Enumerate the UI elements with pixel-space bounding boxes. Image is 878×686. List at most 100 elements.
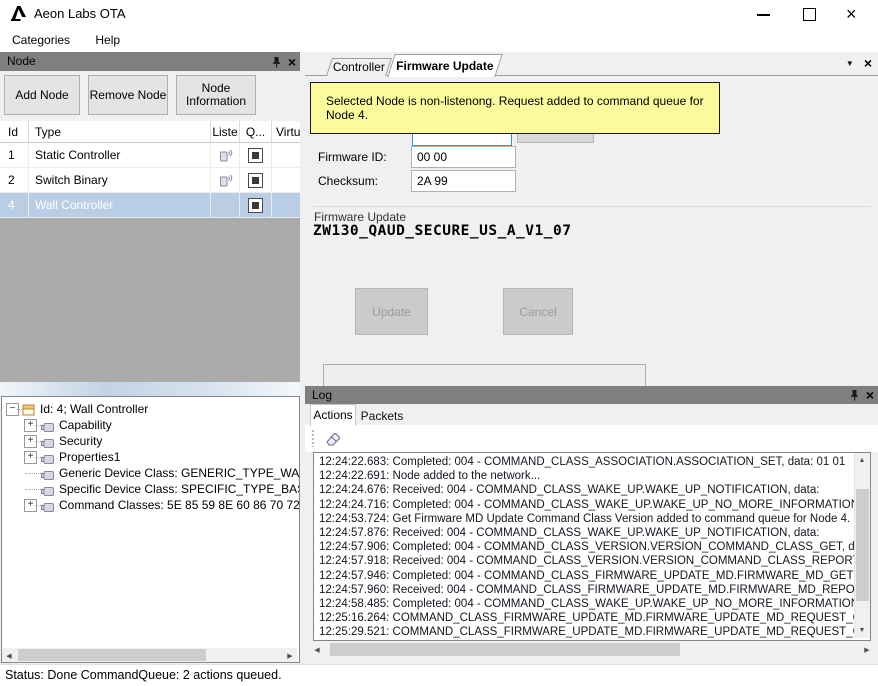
scroll-left-icon[interactable]: ◀: [4, 652, 14, 660]
tree-item[interactable]: + Capability: [2, 417, 299, 433]
menu-help[interactable]: Help: [84, 28, 131, 52]
tree-connector: [25, 473, 41, 474]
col-header-type[interactable]: Type: [28, 121, 215, 142]
table-row-selected[interactable]: 4 Wall Controller: [0, 193, 300, 218]
tree-item[interactable]: + Security: [2, 433, 299, 449]
col-header-virtual[interactable]: Virtu: [271, 121, 305, 142]
log-entry: 12:24:24.676: Received: 004 - COMMAND_CL…: [319, 484, 820, 497]
node-panel-title: Node: [7, 54, 36, 68]
log-entry: 12:24:22.683: Completed: 004 - COMMAND_C…: [319, 456, 846, 468]
maximize-icon: [803, 8, 816, 21]
scroll-left-icon[interactable]: ◀: [312, 646, 322, 654]
virtual-cell: [271, 143, 305, 167]
log-vscrollbar[interactable]: ▲ ▼: [854, 453, 870, 638]
node-panel-header: Node ×: [0, 52, 300, 71]
log-entry: 12:24:57.876: Received: 004 - COMMAND_CL…: [319, 527, 820, 540]
tab-packets[interactable]: Packets: [356, 404, 408, 425]
row-type: Static Controller: [28, 143, 215, 167]
tab-list-dropdown-icon[interactable]: ▼: [846, 59, 854, 68]
queue-checkbox[interactable]: [239, 193, 271, 217]
log-entry: 12:24:53.724: Get Firmware MD Update Com…: [319, 512, 851, 525]
cancel-button[interactable]: Cancel: [503, 288, 573, 335]
tab-label: Controller: [332, 60, 385, 74]
firmware-update-group-label: Firmware Update: [314, 210, 407, 224]
scroll-down-icon[interactable]: ▼: [855, 627, 869, 634]
tree-root[interactable]: − Id: 4; Wall Controller: [2, 401, 299, 417]
tree-item[interactable]: Specific Device Class: SPECIFIC_TYPE_BAS…: [2, 481, 299, 497]
clear-log-eraser-icon[interactable]: [324, 430, 342, 449]
tab-label: Firmware Update: [396, 59, 494, 73]
tab-actions[interactable]: Actions: [310, 404, 356, 426]
tree-box-icon: [41, 500, 54, 516]
scroll-right-icon[interactable]: ▶: [862, 646, 872, 654]
tab-firmware-update[interactable]: Firmware Update: [387, 54, 503, 77]
node-panel-close-icon[interactable]: ×: [288, 55, 296, 69]
pin-icon[interactable]: [849, 389, 860, 401]
horizontal-splitter[interactable]: [0, 382, 300, 396]
status-bar: Status: Done CommandQueue: 2 actions que…: [0, 664, 878, 686]
node-detail-tree: − Id: 4; Wall Controller + Capability + …: [1, 396, 300, 663]
tree-item[interactable]: + Properties1: [2, 449, 299, 465]
log-hscrollbar[interactable]: ◀ ▶: [306, 642, 876, 657]
node-information-button[interactable]: Node Information: [176, 75, 256, 115]
col-header-queue[interactable]: Q...: [239, 121, 271, 142]
queue-checkbox[interactable]: [239, 168, 271, 192]
log-entry: 12:24:24.716: Completed: 004 - COMMAND_C…: [319, 498, 857, 511]
virtual-cell: [271, 193, 305, 217]
log-entry: 12:24:57.960: Received: 004 - COMMAND_CL…: [319, 583, 857, 596]
log-panel: Log × Actions Packets 12:24:22.683: Comp…: [305, 386, 878, 664]
log-panel-title: Log: [312, 388, 333, 402]
log-entry: 12:24:58.485: Completed: 004 - COMMAND_C…: [319, 598, 857, 611]
table-row[interactable]: 2 Switch Binary: [0, 168, 300, 193]
tree-item-label: Capability: [59, 418, 112, 432]
firmware-progress-bar: [323, 364, 646, 387]
tree-item[interactable]: + Command Classes: 5E 85 59 8E 60 86 70 …: [2, 497, 299, 513]
status-text: Status: Done CommandQueue: 2 actions que…: [5, 668, 282, 682]
maximize-button[interactable]: [786, 0, 832, 28]
notification-text: Selected Node is non-listenong. Request …: [326, 94, 704, 122]
queue-checkbox[interactable]: [239, 143, 271, 167]
tree-item[interactable]: Generic Device Class: GENERIC_TYPE_WALL_…: [2, 465, 299, 481]
log-output[interactable]: 12:24:22.683: Completed: 004 - COMMAND_C…: [313, 452, 871, 641]
tree-hscrollbar[interactable]: ◀ ▶: [2, 648, 297, 662]
menu-bar: Categories Help: [0, 28, 878, 52]
scroll-thumb[interactable]: [18, 649, 206, 661]
log-entry: 12:24:57.906: Completed: 004 - COMMAND_C…: [319, 541, 857, 554]
row-type: Wall Controller: [28, 193, 215, 217]
tree-item-label: Security: [59, 434, 103, 448]
col-header-listening[interactable]: Liste: [210, 121, 239, 142]
log-entry: 12:24:22.691: Node added to the network.…: [319, 470, 541, 483]
add-node-button[interactable]: Add Node: [4, 75, 80, 115]
scroll-right-icon[interactable]: ▶: [285, 652, 295, 660]
app-logo-icon: [10, 5, 27, 22]
checksum-input[interactable]: [411, 170, 516, 192]
minimize-button[interactable]: [740, 0, 786, 28]
update-button[interactable]: Update: [355, 288, 428, 335]
window-title: Aeon Labs OTA: [34, 6, 126, 21]
scroll-up-icon[interactable]: ▲: [855, 457, 869, 464]
pin-icon[interactable]: [271, 56, 282, 68]
tab-controller[interactable]: Controller: [326, 58, 392, 76]
scroll-thumb[interactable]: [330, 643, 680, 656]
notification-tooltip: Selected Node is non-listenong. Request …: [310, 82, 720, 134]
scroll-thumb[interactable]: [856, 489, 869, 601]
close-button[interactable]: ×: [832, 0, 878, 28]
toolbar-grip[interactable]: [312, 430, 314, 447]
tree-item-label: Generic Device Class: GENERIC_TYPE_WALL_…: [59, 466, 300, 480]
firmware-id-input[interactable]: [411, 146, 516, 168]
document-close-icon[interactable]: ×: [864, 56, 872, 70]
node-table-header: Id Type Liste Q... Virtu: [0, 121, 300, 143]
group-separator: [313, 206, 871, 207]
firmware-panel: Controller Firmware Update ▼ × Selected …: [305, 52, 878, 664]
tree-connector: [25, 489, 41, 490]
log-toolbar: [305, 425, 878, 452]
row-type: Switch Binary: [28, 168, 215, 192]
menu-categories[interactable]: Categories: [0, 28, 81, 52]
remove-node-button[interactable]: Remove Node: [88, 75, 168, 115]
firmware-id-label: Firmware ID:: [318, 150, 387, 164]
table-row[interactable]: 1 Static Controller: [0, 143, 300, 168]
document-tab-strip: Controller Firmware Update ▼ ×: [305, 52, 878, 77]
virtual-cell: [271, 168, 305, 192]
firmware-file-name: ZW130_QAUD_SECURE_US_A_V1_07: [313, 223, 572, 239]
log-panel-close-icon[interactable]: ×: [866, 388, 874, 402]
